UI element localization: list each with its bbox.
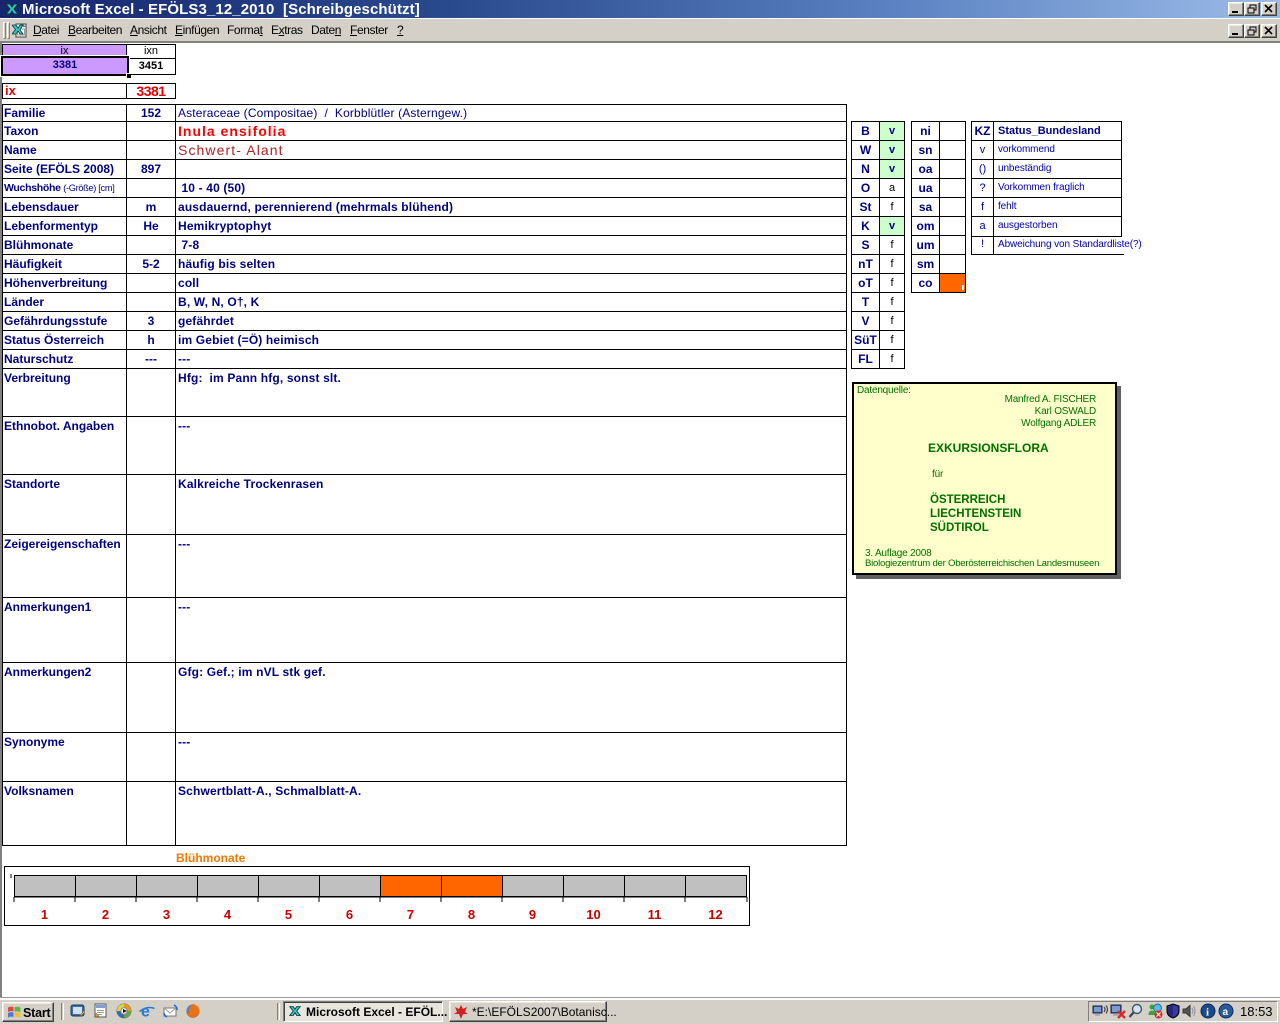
svg-text:e: e [141, 1004, 150, 1020]
svg-text:i: i [1206, 1007, 1209, 1019]
svg-text:a: a [1223, 1007, 1229, 1018]
